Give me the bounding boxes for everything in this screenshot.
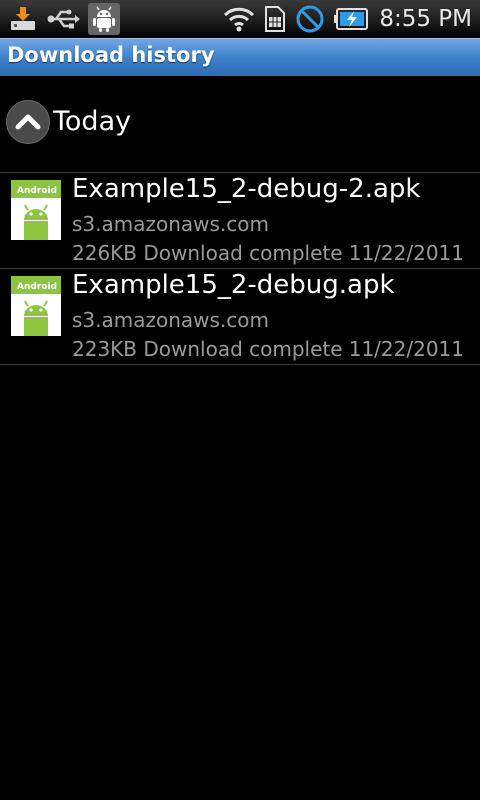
clock: 8:55 PM — [379, 6, 472, 32]
page-title: Download history — [7, 43, 215, 67]
android-debug-icon — [88, 3, 120, 35]
file-host: s3.amazonaws.com — [72, 212, 270, 236]
android-apk-icon: Android — [11, 276, 61, 336]
collapse-button[interactable] — [6, 100, 50, 144]
system-icons: 8:55 PM — [223, 3, 472, 35]
file-name: Example15_2-debug.apk — [72, 270, 395, 300]
group-label: Today — [53, 106, 132, 137]
wifi-icon — [224, 7, 255, 32]
title-bar: Download history — [0, 38, 480, 76]
download-status: 223KB Download complete — [72, 337, 343, 361]
no-signal-icon — [296, 5, 324, 33]
sim-card-icon — [265, 6, 286, 32]
divider — [0, 364, 480, 365]
usb-icon — [47, 9, 80, 29]
download-status: 226KB Download complete — [72, 241, 343, 265]
download-notification-icon[interactable] — [8, 4, 38, 34]
apk-icon-label: Android — [17, 186, 57, 196]
status-bar: 8:55 PM — [0, 0, 480, 38]
chevron-up-icon — [15, 114, 41, 130]
file-host: s3.amazonaws.com — [72, 308, 270, 332]
battery-charging-icon — [334, 8, 369, 30]
group-header-today[interactable]: Today — [0, 86, 480, 166]
android-apk-icon: Android — [11, 180, 61, 240]
download-date: 11/22/2011 — [348, 337, 464, 361]
download-item[interactable]: Android Example15_2-debug.apk s3.amazona… — [0, 269, 480, 364]
apk-icon-label: Android — [17, 282, 57, 292]
file-name: Example15_2-debug-2.apk — [72, 174, 421, 204]
notification-icons — [8, 3, 120, 35]
download-item[interactable]: Android Example15_2-debug-2.apk s3.amazo… — [0, 173, 480, 268]
download-date: 11/22/2011 — [348, 241, 464, 265]
